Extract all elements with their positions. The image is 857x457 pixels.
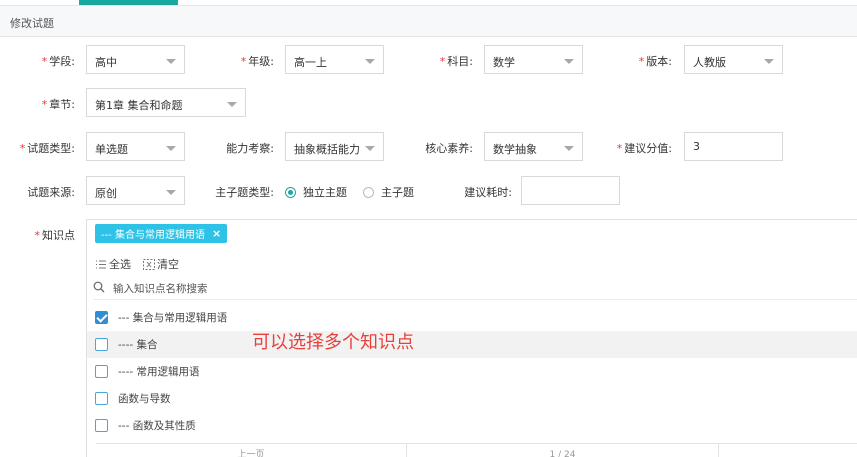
checkbox-icon[interactable]: [95, 419, 108, 432]
pager: 上一页 1 / 24: [96, 443, 857, 457]
ability-label: 能力考察:: [226, 142, 274, 155]
tag-close-icon[interactable]: ×: [212, 227, 221, 240]
prev-page-button[interactable]: 上一页: [96, 444, 407, 457]
literacy-select[interactable]: 数学抽象: [484, 132, 583, 161]
list-item[interactable]: --- 函数及其性质: [87, 412, 857, 439]
grade-label: * 年级:: [240, 55, 274, 68]
stage-select[interactable]: 高中: [86, 45, 185, 74]
score-label: * 建议分值:: [616, 142, 672, 155]
checkbox-checked-icon[interactable]: [95, 311, 108, 324]
chevron-down-icon: [365, 146, 375, 151]
main-type-label: 主子题类型:: [215, 186, 274, 199]
radio-unchecked-icon: [363, 186, 374, 198]
chevron-down-icon: [227, 102, 237, 107]
time-input[interactable]: [521, 176, 620, 205]
stage-label: * 学段:: [41, 55, 75, 68]
chevron-down-icon: [764, 59, 774, 64]
annotation-text: 可以选择多个知识点: [252, 332, 414, 353]
knowledge-search-input[interactable]: [113, 282, 513, 295]
chevron-down-icon: [166, 59, 176, 64]
checkbox-icon[interactable]: [95, 392, 108, 405]
search-icon: [93, 281, 105, 296]
list-item[interactable]: --- 集合与常用逻辑用语: [87, 304, 857, 331]
list-item[interactable]: ---- 集合: [87, 331, 857, 358]
page-title: 修改试题: [10, 17, 54, 30]
radio-independent[interactable]: 独立主题: [285, 184, 347, 200]
page-indicator: 1 / 24: [407, 444, 719, 457]
chevron-down-icon: [564, 146, 574, 151]
chapter-select[interactable]: 第1章 集合和命题: [86, 88, 246, 117]
page-header: 修改试题: [0, 5, 857, 37]
edition-label: * 版本:: [638, 55, 672, 68]
chevron-down-icon: [166, 190, 176, 195]
subject-select[interactable]: 数学: [484, 45, 583, 74]
score-input[interactable]: [684, 132, 783, 161]
list-item[interactable]: 函数与导数: [87, 385, 857, 412]
clear-button[interactable]: 清空: [143, 256, 179, 272]
ability-select[interactable]: 抽象概括能力: [285, 132, 384, 161]
chevron-down-icon: [564, 59, 574, 64]
next-page-button[interactable]: [719, 444, 857, 457]
chevron-down-icon: [365, 59, 375, 64]
radio-checked-icon: [285, 186, 296, 198]
knowledge-search[interactable]: [93, 278, 857, 300]
chapter-label: * 章节:: [41, 98, 75, 111]
edition-select[interactable]: 人教版: [684, 45, 783, 74]
selected-knowledge-tag: --- 集合与常用逻辑用语 ×: [95, 224, 228, 243]
list-item[interactable]: ---- 常用逻辑用语: [87, 358, 857, 385]
chevron-down-icon: [166, 146, 176, 151]
knowledge-label: * 知识点: [34, 229, 76, 242]
grade-select[interactable]: 高一上: [285, 45, 384, 74]
time-label: 建议耗时:: [464, 186, 512, 199]
checkbox-icon[interactable]: [95, 338, 108, 351]
score-field[interactable]: [685, 133, 782, 160]
select-all-button[interactable]: 全选: [95, 256, 131, 272]
checkbox-icon[interactable]: [95, 365, 108, 378]
literacy-label: 核心素养:: [425, 142, 473, 155]
clear-icon: [143, 258, 155, 270]
source-label: 试题来源:: [27, 186, 75, 199]
list-check-icon: [95, 259, 107, 270]
question-type-label: * 试题类型:: [19, 142, 75, 155]
radio-sub-question[interactable]: 主子题: [363, 184, 414, 200]
question-type-select[interactable]: 单选题: [86, 132, 185, 161]
subject-label: * 科目:: [439, 55, 473, 68]
time-field[interactable]: [522, 177, 619, 204]
source-select[interactable]: 原创: [86, 176, 185, 205]
